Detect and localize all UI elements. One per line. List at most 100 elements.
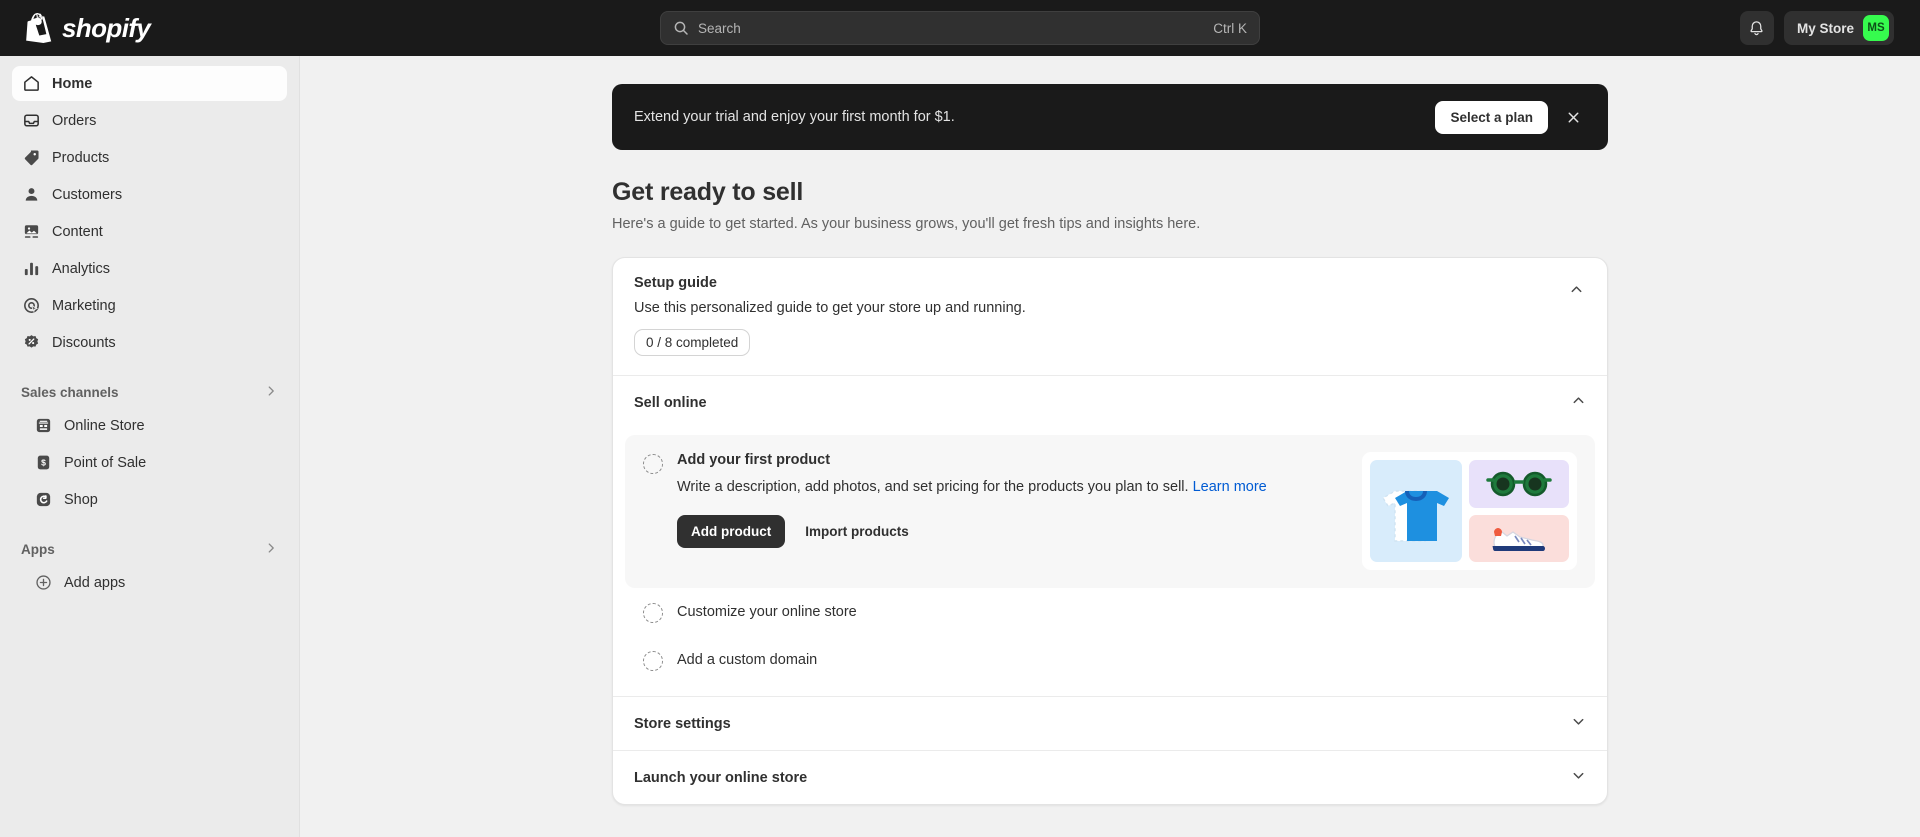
setup-guide-header: Setup guide Use this personalized guide … bbox=[613, 258, 1607, 375]
chevron-right-icon bbox=[264, 541, 278, 558]
sunglasses-illustration bbox=[1469, 460, 1569, 508]
shopify-bag-icon bbox=[26, 13, 52, 43]
task-actions: Add product Import products bbox=[677, 515, 1348, 549]
person-icon bbox=[21, 185, 41, 205]
content-column: Extend your trial and enjoy your first m… bbox=[612, 56, 1608, 837]
section-title: Launch your online store bbox=[634, 769, 808, 786]
storefront-icon bbox=[33, 416, 53, 436]
task-customize-online-store[interactable]: Customize your online store bbox=[625, 588, 1595, 636]
point-of-sale-icon: $ bbox=[33, 453, 53, 473]
bar-chart-icon bbox=[21, 259, 41, 279]
setup-guide-description: Use this personalized guide to get your … bbox=[634, 300, 1026, 316]
task-title: Add a custom domain bbox=[677, 652, 818, 668]
notifications-button[interactable] bbox=[1739, 11, 1774, 45]
content-image-icon bbox=[21, 222, 41, 242]
small-illustrations bbox=[1469, 460, 1569, 562]
trial-banner: Extend your trial and enjoy your first m… bbox=[612, 84, 1608, 150]
sidebar-item-discounts[interactable]: Discounts bbox=[12, 325, 287, 360]
collapse-setup-guide-button[interactable] bbox=[1563, 276, 1589, 302]
svg-text:$: $ bbox=[41, 458, 46, 468]
section-title: Store settings bbox=[634, 715, 731, 732]
sidebar-item-online-store[interactable]: Online Store bbox=[12, 408, 287, 443]
search-input[interactable]: Search Ctrl K bbox=[660, 11, 1260, 45]
sidebar-item-label: Products bbox=[52, 149, 110, 166]
sidebar-item-label: Point of Sale bbox=[64, 454, 147, 471]
shopify-logo[interactable]: shopify bbox=[16, 12, 151, 44]
section-label: Sales channels bbox=[21, 384, 119, 400]
home-icon bbox=[21, 74, 41, 94]
chevron-up-icon bbox=[1571, 393, 1586, 413]
sidebar-item-products[interactable]: Products bbox=[12, 140, 287, 175]
page-subtitle: Here's a guide to get started. As your b… bbox=[612, 216, 1201, 232]
page-title: Get ready to sell bbox=[612, 178, 804, 206]
import-products-button[interactable]: Import products bbox=[793, 515, 921, 548]
top-bar-actions: My Store MS bbox=[1739, 11, 1904, 45]
sidebar-item-home[interactable]: Home bbox=[12, 66, 287, 101]
search-container: Search Ctrl K bbox=[660, 11, 1260, 45]
chevron-right-icon bbox=[264, 384, 278, 401]
sidebar-item-label: Content bbox=[52, 223, 103, 240]
dismiss-banner-button[interactable] bbox=[1558, 102, 1588, 132]
close-icon bbox=[1568, 112, 1578, 122]
section-header-launch-online-store[interactable]: Launch your online store bbox=[613, 750, 1607, 804]
marketing-target-icon bbox=[21, 296, 41, 316]
bell-icon bbox=[1750, 20, 1764, 35]
progress-badge: 0 / 8 completed bbox=[634, 329, 751, 356]
learn-more-link[interactable]: Learn more bbox=[1193, 479, 1267, 495]
sidebar-item-label: Online Store bbox=[64, 417, 145, 434]
sidebar-item-label: Analytics bbox=[52, 260, 111, 277]
search-placeholder: Search bbox=[698, 20, 741, 36]
chevron-down-icon bbox=[1571, 714, 1586, 734]
section-title: Sell online bbox=[634, 394, 707, 411]
sneaker-illustration bbox=[1469, 514, 1569, 562]
sidebar-item-marketing[interactable]: Marketing bbox=[12, 288, 287, 323]
sidebar-section-sales-channels[interactable]: Sales channels bbox=[12, 376, 287, 408]
product-illustrations bbox=[1362, 452, 1577, 570]
task-description-text: Write a description, add photos, and set… bbox=[677, 479, 1189, 495]
sidebar-item-point-of-sale[interactable]: $ Point of Sale bbox=[12, 445, 287, 480]
task-title: Customize your online store bbox=[677, 604, 857, 620]
sidebar-item-add-apps[interactable]: Add apps bbox=[12, 565, 287, 600]
sidebar-item-shop[interactable]: Shop bbox=[12, 482, 287, 517]
search-icon bbox=[674, 21, 688, 35]
sidebar-section-apps[interactable]: Apps bbox=[12, 533, 287, 565]
task-add-custom-domain[interactable]: Add a custom domain bbox=[625, 636, 1595, 684]
section-label: Apps bbox=[21, 541, 55, 557]
top-bar: shopify Search Ctrl K My Store MS bbox=[0, 0, 1920, 56]
sidebar-item-label: Home bbox=[52, 75, 93, 92]
store-menu-button[interactable]: My Store MS bbox=[1783, 11, 1894, 45]
sidebar-item-label: Discounts bbox=[52, 334, 116, 351]
section-header-sell-online[interactable]: Sell online bbox=[613, 375, 1607, 429]
sidebar-item-label: Marketing bbox=[52, 297, 116, 314]
sidebar-item-analytics[interactable]: Analytics bbox=[12, 251, 287, 286]
sidebar-item-content[interactable]: Content bbox=[12, 214, 287, 249]
incomplete-circle-icon[interactable] bbox=[643, 454, 663, 474]
task-title: Add your first product bbox=[677, 452, 831, 468]
discount-badge-icon bbox=[21, 333, 41, 353]
sell-online-tasks: Add your first product Write a descripti… bbox=[613, 429, 1607, 696]
incomplete-circle-icon[interactable] bbox=[643, 651, 663, 671]
add-product-button[interactable]: Add product bbox=[677, 515, 786, 549]
setup-guide-card: Setup guide Use this personalized guide … bbox=[612, 257, 1608, 805]
task-add-first-product[interactable]: Add your first product Write a descripti… bbox=[625, 435, 1595, 588]
sidebar: Home Orders Products Customers Content A… bbox=[0, 56, 300, 837]
sidebar-item-orders[interactable]: Orders bbox=[12, 103, 287, 138]
sidebar-item-label: Add apps bbox=[64, 574, 126, 591]
trial-banner-message: Extend your trial and enjoy your first m… bbox=[634, 109, 955, 125]
chevron-up-icon bbox=[1571, 285, 1581, 292]
section-header-store-settings[interactable]: Store settings bbox=[613, 696, 1607, 750]
search-shortcut: Ctrl K bbox=[1213, 20, 1247, 36]
select-a-plan-button[interactable]: Select a plan bbox=[1435, 100, 1548, 134]
sidebar-item-label: Orders bbox=[52, 112, 97, 129]
sidebar-item-label: Shop bbox=[64, 491, 98, 508]
circle-plus-icon bbox=[33, 573, 53, 593]
orders-inbox-icon bbox=[21, 111, 41, 131]
task-description: Write a description, add photos, and set… bbox=[677, 477, 1277, 498]
tshirt-illustration bbox=[1370, 460, 1462, 562]
sidebar-item-customers[interactable]: Customers bbox=[12, 177, 287, 212]
shopify-wordmark: shopify bbox=[62, 12, 151, 43]
main-content: Extend your trial and enjoy your first m… bbox=[300, 56, 1920, 837]
avatar: MS bbox=[1863, 15, 1889, 41]
setup-guide-title: Setup guide bbox=[634, 275, 717, 291]
incomplete-circle-icon[interactable] bbox=[643, 603, 663, 623]
